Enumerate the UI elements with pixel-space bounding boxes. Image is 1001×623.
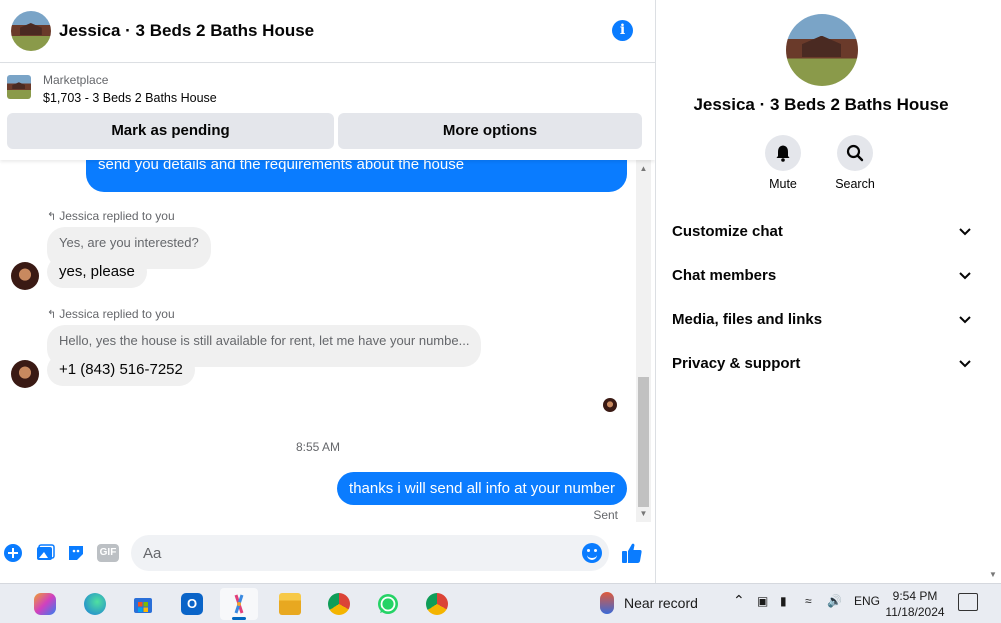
listing-price-title[interactable]: $1,703 - 3 Beds 2 Baths House: [43, 91, 217, 105]
section-label: Media, files and links: [672, 311, 823, 328]
chat-title[interactable]: Jessica · 3 Beds 2 Baths House: [59, 21, 314, 41]
gif-icon[interactable]: GIF: [97, 543, 119, 563]
chat-header: Jessica · 3 Beds 2 Baths House i: [0, 0, 655, 63]
chat-pane: Jessica · 3 Beds 2 Baths House i Marketp…: [0, 0, 655, 583]
clock-time: 9:54 PM: [892, 589, 938, 603]
scroll-down-arrow-icon[interactable]: ▼: [989, 570, 997, 579]
weather-text: Near record: [624, 595, 698, 611]
notification-icon[interactable]: [958, 593, 978, 611]
search-icon[interactable]: [837, 135, 873, 171]
section-privacy-support[interactable]: Privacy & support: [672, 350, 972, 378]
section-media-files-links[interactable]: Media, files and links: [672, 306, 972, 334]
chevron-down-icon: [959, 360, 971, 368]
reply-note-text: Jessica replied to you: [59, 307, 175, 321]
meet-icon[interactable]: ▣: [757, 594, 768, 608]
search-button[interactable]: Search: [825, 135, 885, 191]
plus-icon[interactable]: [3, 543, 23, 563]
reply-arrow-icon: ↰: [47, 309, 57, 321]
chevron-down-icon: [959, 316, 971, 324]
whatsapp-icon[interactable]: [369, 588, 407, 620]
wifi-icon[interactable]: ≈: [805, 594, 812, 608]
gif-label: GIF: [97, 544, 119, 562]
clock-date: 11/18/2024: [885, 605, 945, 619]
photo-icon[interactable]: [35, 543, 55, 563]
section-label: Privacy & support: [672, 355, 801, 372]
message-outgoing[interactable]: thanks i will send all info at your numb…: [337, 472, 627, 505]
store-icon[interactable]: [124, 588, 162, 620]
listing-avatar[interactable]: [11, 11, 51, 51]
message-status: Sent: [593, 508, 618, 522]
sender-avatar[interactable]: [11, 360, 39, 388]
scroll-thumb[interactable]: [638, 377, 649, 507]
windows-taskbar: O Near record ⌃ ▣ ▮ ≈ 🔊 ENG 9:54 PM 11/1…: [0, 583, 1001, 623]
message-incoming[interactable]: +1 (843) 516-7252: [47, 354, 195, 386]
weather-widget[interactable]: Near record: [600, 592, 698, 614]
volume-icon[interactable]: 🔊: [827, 594, 842, 608]
sticker-icon[interactable]: [66, 543, 86, 563]
section-chat-members[interactable]: Chat members: [672, 262, 972, 290]
conversation-info-panel: Jessica · 3 Beds 2 Baths House Mute Sear…: [655, 0, 1001, 583]
info-icon[interactable]: i: [612, 20, 633, 41]
reply-note-text: Jessica replied to you: [59, 209, 175, 223]
bell-icon[interactable]: [765, 135, 801, 171]
scroll-down-arrow-icon[interactable]: ▼: [636, 508, 651, 520]
chevron-down-icon: [959, 272, 971, 280]
reply-arrow-icon: ↰: [47, 211, 57, 223]
listing-thumbnail[interactable]: [7, 75, 31, 99]
language-indicator[interactable]: ENG: [854, 594, 880, 608]
system-clock[interactable]: 9:54 PM 11/18/2024: [880, 588, 950, 620]
more-options-button[interactable]: More options: [338, 113, 642, 149]
composer-bar: GIF: [0, 530, 655, 578]
chrome-icon[interactable]: [320, 588, 358, 620]
reply-indicator: ↰ Jessica replied to you: [47, 209, 175, 223]
snipping-tool-icon[interactable]: [220, 588, 258, 620]
message-input-box[interactable]: [131, 535, 609, 571]
scroll-up-arrow-icon[interactable]: ▲: [636, 163, 651, 175]
messenger-window: Jessica · 3 Beds 2 Baths House i Marketp…: [0, 0, 1001, 623]
section-customize-chat[interactable]: Customize chat: [672, 218, 972, 246]
section-label: Customize chat: [672, 223, 783, 240]
emoji-icon[interactable]: [582, 543, 602, 563]
chevron-up-icon[interactable]: ⌃: [733, 592, 745, 609]
thermometer-icon: [600, 592, 614, 614]
file-explorer-icon[interactable]: [271, 588, 309, 620]
chrome-profile-icon[interactable]: [418, 588, 456, 620]
sender-avatar[interactable]: [11, 262, 39, 290]
mute-label: Mute: [769, 177, 797, 191]
message-timestamp: 8:55 AM: [295, 440, 341, 454]
message-incoming[interactable]: yes, please: [47, 256, 147, 288]
info-listing-avatar: [786, 14, 858, 86]
marketplace-banner: Marketplace $1,703 - 3 Beds 2 Baths Hous…: [0, 64, 655, 160]
info-scrollbar[interactable]: ▼: [985, 0, 1001, 583]
mute-button[interactable]: Mute: [753, 135, 813, 191]
message-list: send you details and the requirements ab…: [0, 140, 636, 525]
chevron-down-icon: [959, 228, 971, 236]
copilot-icon[interactable]: [26, 588, 64, 620]
edge-icon[interactable]: [76, 588, 114, 620]
like-thumb-icon[interactable]: [621, 542, 643, 564]
message-scrollbar[interactable]: ▲ ▼: [636, 160, 651, 522]
info-title: Jessica · 3 Beds 2 Baths House: [693, 95, 949, 114]
search-label: Search: [835, 177, 875, 191]
marketplace-label: Marketplace: [43, 73, 109, 87]
seen-receipt-avatar: [603, 398, 617, 412]
mark-as-pending-button[interactable]: Mark as pending: [7, 113, 334, 149]
message-input[interactable]: [131, 535, 551, 571]
reply-indicator: ↰ Jessica replied to you: [47, 307, 175, 321]
outlook-icon[interactable]: O: [173, 588, 211, 620]
battery-icon[interactable]: ▮: [780, 594, 787, 608]
section-label: Chat members: [672, 267, 777, 284]
